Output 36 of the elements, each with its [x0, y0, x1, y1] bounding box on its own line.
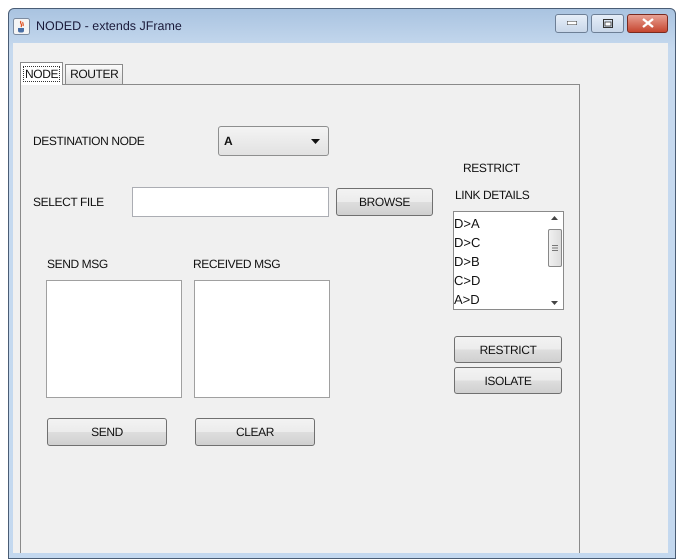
section-subtitle: LINK DETAILS	[455, 188, 530, 202]
browse-button[interactable]: BROWSE	[336, 188, 433, 216]
tab[interactable]: ROUTER	[65, 64, 124, 84]
dropdown-arrow-icon	[311, 138, 320, 144]
field-label: RECEIVED MSG	[193, 257, 280, 271]
message-area[interactable]	[46, 280, 182, 398]
scroll-down-icon	[551, 301, 558, 305]
field-label: SEND MSG	[47, 257, 109, 271]
minimize-button[interactable]	[555, 14, 588, 32]
section-title: RESTRICT	[463, 161, 520, 175]
list-item[interactable]: D>C	[454, 233, 546, 252]
list-item[interactable]: C>D	[454, 271, 546, 290]
close-button[interactable]	[627, 14, 668, 32]
destination-dropdown[interactable]: A	[218, 126, 329, 156]
restrict-button[interactable]: RESTRICT	[454, 336, 562, 363]
minimize-icon	[566, 21, 576, 25]
field-label: SELECT FILE	[33, 195, 105, 209]
list-item[interactable]: A>D	[454, 290, 546, 309]
maximize-icon	[602, 18, 612, 28]
message-area[interactable]	[194, 280, 330, 398]
window-title: NODED - extends JFrame	[36, 19, 182, 33]
clear-button[interactable]: CLEAR	[195, 418, 315, 446]
link-list[interactable]: D>A D>C D>B C>D A>D	[453, 211, 564, 310]
field-label: DESTINATION NODE	[33, 134, 146, 148]
coffee-cup-icon	[13, 18, 30, 34]
list-item[interactable]: D>B	[454, 252, 546, 271]
close-icon	[642, 18, 654, 28]
list-item[interactable]: D>A	[454, 214, 546, 233]
tab[interactable]: NODE	[20, 62, 64, 85]
send-button[interactable]: SEND	[47, 418, 167, 446]
file-path-field[interactable]	[132, 187, 329, 217]
isolate-button[interactable]: ISOLATE	[454, 367, 562, 394]
scroll-up-icon	[551, 216, 558, 220]
grip-icon	[552, 244, 558, 250]
maximize-button[interactable]	[591, 14, 624, 32]
scroll-thumb[interactable]	[548, 228, 562, 266]
